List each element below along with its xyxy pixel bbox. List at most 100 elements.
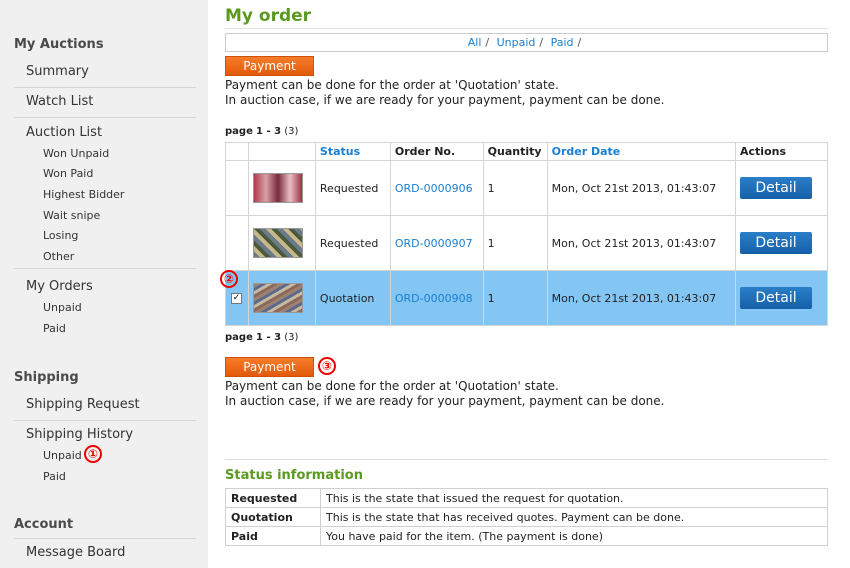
sidebar-sub-orders-unpaid[interactable]: Unpaid xyxy=(43,301,82,314)
row-actions-cell: Detail xyxy=(735,160,828,216)
row-checkbox-cell xyxy=(225,215,249,271)
status-info-title: Status information xyxy=(225,468,363,483)
row-status: Requested xyxy=(314,160,391,216)
filter-unpaid-link[interactable]: Unpaid xyxy=(497,36,536,49)
section-my-auctions: My Auctions xyxy=(14,37,104,52)
note-line-2: In auction case, if we are ready for you… xyxy=(225,394,665,408)
filter-paid-link[interactable]: Paid xyxy=(551,36,574,49)
pager-total: (3) xyxy=(284,332,299,343)
row-order-date: Mon, Oct 21st 2013, 01:43:07 xyxy=(546,215,737,271)
sidebar-sub-shipping-paid[interactable]: Paid xyxy=(43,470,66,483)
table-row: Requested ORD-0000906 1 Mon, Oct 21st 20… xyxy=(225,160,828,216)
sidebar-sub-shipping-unpaid[interactable]: Unpaid xyxy=(43,449,82,462)
sidebar-sub-other[interactable]: Other xyxy=(43,250,74,263)
page-title: My order xyxy=(225,6,312,26)
payment-button-top[interactable]: Payment xyxy=(225,56,314,76)
detail-button[interactable]: Detail xyxy=(740,232,813,254)
orders-table: Status Order No. Quantity Order Date Act… xyxy=(225,142,828,326)
pager-range: 1 - 3 xyxy=(256,126,282,137)
pager-label: page xyxy=(225,332,253,343)
divider xyxy=(14,268,196,269)
sidebar-sub-won-unpaid[interactable]: Won Unpaid xyxy=(43,147,109,160)
sidebar-sub-won-paid[interactable]: Won Paid xyxy=(43,167,93,180)
sidebar-item-shipping-history[interactable]: Shipping History xyxy=(14,421,196,451)
item-thumbnail[interactable] xyxy=(252,228,303,258)
header-order-date[interactable]: Order Date xyxy=(546,142,737,161)
section-shipping: Shipping xyxy=(14,370,79,385)
status-filter-bar: All / Unpaid / Paid / xyxy=(225,33,828,52)
row-order-no-cell: ORD-0000906 xyxy=(389,160,484,216)
status-desc: This is the state that issued the reques… xyxy=(320,488,828,508)
sidebar-item-auction-list[interactable]: Auction List xyxy=(14,119,196,149)
status-desc: This is the state that has received quot… xyxy=(320,507,828,527)
row-quantity: 1 xyxy=(482,270,548,326)
filter-all-link[interactable]: All xyxy=(468,36,482,49)
filter-separator: / xyxy=(539,36,544,49)
row-thumbnail-cell xyxy=(247,270,316,326)
order-number-link[interactable]: ORD-0000906 xyxy=(395,182,473,195)
filter-separator: / xyxy=(485,36,490,49)
sidebar-sub-losing[interactable]: Losing xyxy=(43,229,78,242)
table-row: Requested ORD-0000907 1 Mon, Oct 21st 20… xyxy=(225,215,828,271)
sidebar-sub-shipping-unpaid-label[interactable]: Unpaid xyxy=(43,449,82,462)
status-info-table: Requested This is the state that issued … xyxy=(225,488,828,546)
status-row: Quotation This is the state that has rec… xyxy=(225,507,828,527)
marker-1: ① xyxy=(84,445,102,463)
status-key: Paid xyxy=(225,526,321,546)
detail-button[interactable]: Detail xyxy=(740,177,813,199)
status-row: Requested This is the state that issued … xyxy=(225,488,828,508)
sidebar-item-message-board[interactable]: Message Board xyxy=(14,538,196,568)
row-select-checkbox[interactable]: ✓ xyxy=(231,292,242,304)
sidebar-item-my-orders[interactable]: My Orders xyxy=(14,273,196,303)
sidebar: My Auctions Summary Watch List Auction L… xyxy=(0,0,208,568)
note-line-2: In auction case, if we are ready for you… xyxy=(225,93,665,107)
item-thumbnail[interactable] xyxy=(252,173,303,203)
status-desc: You have paid for the item. (The payment… xyxy=(320,526,828,546)
status-row: Paid You have paid for the item. (The pa… xyxy=(225,526,828,546)
order-number-link[interactable]: ORD-0000908 xyxy=(395,292,473,305)
header-status[interactable]: Status xyxy=(314,142,391,161)
sidebar-item-watch-list[interactable]: Watch List xyxy=(14,88,196,118)
row-checkbox-cell xyxy=(225,160,249,216)
row-thumbnail-cell xyxy=(247,215,316,271)
item-thumbnail[interactable] xyxy=(252,283,303,313)
status-key: Quotation xyxy=(225,507,321,527)
note-line-1: Payment can be done for the order at 'Qu… xyxy=(225,379,559,393)
pager-total: (3) xyxy=(284,126,299,137)
detail-button[interactable]: Detail xyxy=(740,287,813,309)
section-account: Account xyxy=(14,517,74,532)
sidebar-sub-orders-paid[interactable]: Paid xyxy=(43,322,66,335)
header-checkbox xyxy=(225,142,249,161)
row-actions-cell: Detail xyxy=(735,215,828,271)
row-order-date: Mon, Oct 21st 2013, 01:43:07 xyxy=(546,270,737,326)
filter-separator: / xyxy=(577,36,582,49)
row-quantity: 1 xyxy=(482,215,548,271)
row-order-date: Mon, Oct 21st 2013, 01:43:07 xyxy=(546,160,737,216)
title-divider xyxy=(225,28,828,29)
status-divider xyxy=(225,459,828,460)
note-line-1: Payment can be done for the order at 'Qu… xyxy=(225,78,559,92)
row-order-no-cell: ORD-0000907 xyxy=(389,215,484,271)
marker-2: ② xyxy=(220,270,238,288)
row-status: Quotation xyxy=(314,270,391,326)
row-thumbnail-cell xyxy=(247,160,316,216)
payment-button-bottom[interactable]: Payment xyxy=(225,357,314,377)
header-quantity: Quantity xyxy=(482,142,548,161)
row-order-no-cell: ORD-0000908 xyxy=(389,270,484,326)
table-header-row: Status Order No. Quantity Order Date Act… xyxy=(225,142,828,161)
marker-3: ③ xyxy=(318,357,336,375)
sidebar-item-summary[interactable]: Summary xyxy=(14,58,196,88)
sidebar-sub-wait-snipe[interactable]: Wait snipe xyxy=(43,209,100,222)
sidebar-item-shipping-request[interactable]: Shipping Request xyxy=(14,391,196,421)
row-status: Requested xyxy=(314,215,391,271)
payment-note-top: Payment can be done for the order at 'Qu… xyxy=(225,78,665,108)
header-actions: Actions xyxy=(735,142,828,161)
pager-bottom: page 1 - 3 (3) xyxy=(225,332,298,343)
payment-note-bottom: Payment can be done for the order at 'Qu… xyxy=(225,379,665,409)
order-number-link[interactable]: ORD-0000907 xyxy=(395,237,473,250)
header-thumbnail xyxy=(247,142,316,161)
table-row-selected: ✓ Quotation ORD-0000908 1 Mon, Oct 21st … xyxy=(225,270,828,326)
sidebar-sub-highest-bidder[interactable]: Highest Bidder xyxy=(43,188,124,201)
row-quantity: 1 xyxy=(482,160,548,216)
header-order-no: Order No. xyxy=(389,142,484,161)
